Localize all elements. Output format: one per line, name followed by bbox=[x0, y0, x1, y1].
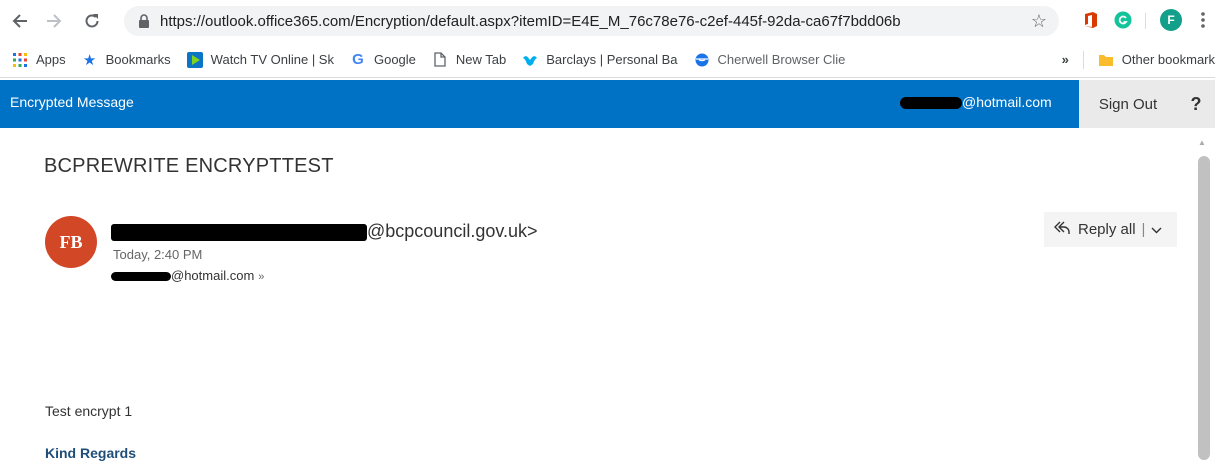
star-icon: ★ bbox=[82, 51, 97, 69]
sender-avatar[interactable]: FB bbox=[45, 216, 97, 268]
reply-all-button[interactable]: Reply all | bbox=[1044, 212, 1177, 247]
back-icon[interactable] bbox=[8, 9, 32, 33]
user-email: @hotmail.com bbox=[900, 94, 1052, 110]
help-button[interactable]: ? bbox=[1177, 80, 1215, 128]
bookmark-star-icon[interactable]: ☆ bbox=[1031, 11, 1047, 32]
globe-icon bbox=[694, 52, 710, 68]
user-email-suffix: @hotmail.com bbox=[962, 94, 1052, 110]
forward-icon[interactable] bbox=[42, 9, 66, 33]
page-icon bbox=[432, 52, 448, 68]
message-time: Today, 2:40 PM bbox=[113, 247, 203, 262]
extension-office-icon[interactable] bbox=[1080, 9, 1102, 31]
extension-grammarly-icon[interactable] bbox=[1112, 9, 1134, 31]
scroll-thumb[interactable] bbox=[1198, 156, 1210, 460]
bookmark-google[interactable]: G Google bbox=[342, 47, 424, 73]
bookmark-watch-tv[interactable]: Watch TV Online | Sk bbox=[179, 47, 342, 73]
bookmark-bookmarks[interactable]: ★ Bookmarks bbox=[74, 47, 179, 73]
sender-address[interactable]: @bcpcouncil.gov.uk> bbox=[111, 221, 538, 242]
bookmark-label: Watch TV Online | Sk bbox=[210, 52, 334, 67]
bookmark-cherwell[interactable]: Cherwell Browser Clie bbox=[686, 47, 854, 73]
redaction-bar bbox=[111, 223, 367, 241]
bookmark-label: Barclays | Personal Ba bbox=[546, 52, 678, 67]
recipient-suffix: @hotmail.com bbox=[171, 268, 255, 283]
reply-divider: | bbox=[1141, 221, 1146, 238]
reply-all-icon bbox=[1054, 221, 1070, 239]
message-signoff: Kind Regards bbox=[45, 445, 137, 461]
profile-initial: F bbox=[1160, 9, 1182, 31]
vertical-scrollbar[interactable]: ▲ bbox=[1192, 128, 1215, 460]
reply-all-label: Reply all bbox=[1078, 221, 1136, 238]
google-icon: G bbox=[352, 51, 364, 68]
url-text: https://outlook.office365.com/Encryption… bbox=[160, 12, 901, 30]
scroll-up-icon[interactable]: ▲ bbox=[1198, 138, 1206, 147]
recipient-address[interactable]: @hotmail.com» bbox=[111, 268, 264, 283]
address-bar[interactable]: https://outlook.office365.com/Encryption… bbox=[124, 6, 1059, 36]
message-body-text: Test encrypt 1 bbox=[45, 403, 133, 419]
bookmark-label: Google bbox=[373, 52, 416, 67]
redaction-bar bbox=[111, 272, 171, 282]
bookmark-barclays[interactable]: Barclays | Personal Ba bbox=[514, 47, 685, 73]
play-icon bbox=[186, 51, 203, 68]
bookmark-label: Bookmarks bbox=[105, 52, 171, 67]
bookmark-new-tab[interactable]: New Tab bbox=[424, 47, 514, 73]
bookmark-label: New Tab bbox=[455, 52, 507, 67]
page-title: Encrypted Message bbox=[10, 94, 134, 110]
reload-icon[interactable] bbox=[80, 9, 104, 33]
bookmarks-overflow-button[interactable]: » bbox=[1054, 47, 1077, 73]
sign-out-button[interactable]: Sign Out bbox=[1079, 80, 1177, 128]
expand-recipients-icon[interactable]: » bbox=[258, 271, 264, 283]
sender-suffix: @bcpcouncil.gov.uk> bbox=[367, 221, 538, 241]
owa-header: Encrypted Message @hotmail.com Sign Out … bbox=[0, 80, 1215, 128]
bookmark-label: Other bookmark bbox=[1121, 52, 1215, 67]
apps-grid-icon bbox=[12, 52, 28, 68]
bookmark-other[interactable]: Other bookmark bbox=[1090, 47, 1215, 73]
bookmark-label: Cherwell Browser Clie bbox=[717, 52, 846, 67]
bookmarks-bar: Apps ★ Bookmarks Watch TV Online | Sk G … bbox=[0, 42, 1215, 78]
browser-toolbar: https://outlook.office365.com/Encryption… bbox=[0, 0, 1215, 42]
bookmark-apps[interactable]: Apps bbox=[0, 47, 74, 73]
bookmarks-divider bbox=[1082, 50, 1084, 69]
folder-icon bbox=[1098, 52, 1114, 68]
message-subject: BCPREWRITE ENCRYPTTEST bbox=[44, 155, 334, 177]
eagle-icon bbox=[522, 52, 538, 68]
toolbar-divider bbox=[1145, 13, 1146, 29]
bookmark-label: Apps bbox=[36, 52, 66, 67]
redaction-bar bbox=[900, 97, 962, 110]
profile-avatar[interactable]: F bbox=[1160, 9, 1182, 31]
overflow-chevron-icon: » bbox=[1061, 52, 1069, 67]
lock-icon bbox=[138, 14, 152, 28]
reply-dropdown-icon[interactable] bbox=[1151, 221, 1162, 238]
menu-kebab-icon[interactable] bbox=[1196, 9, 1210, 31]
